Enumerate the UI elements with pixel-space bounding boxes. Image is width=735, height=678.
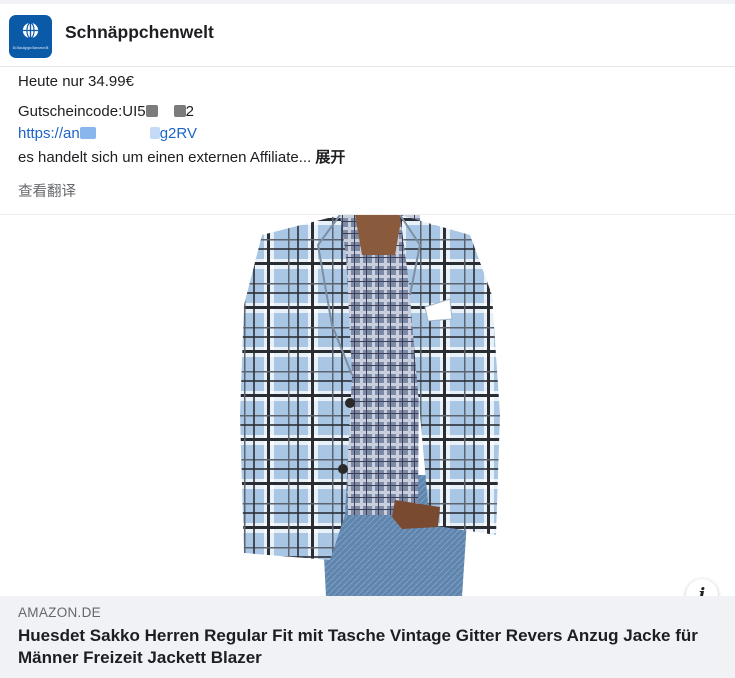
blazer-photo [240, 215, 500, 597]
post-text-line-price: Heute nur 34.99€ [18, 73, 134, 90]
coupon-suffix: 2 [185, 103, 194, 120]
post-text-affiliate: es handelt sich um einen externen Affili… [18, 146, 345, 167]
page-name-link[interactable]: Schnäppchenwelt [65, 22, 214, 43]
coupon-prefix: Gutscheincode:UI5 [18, 103, 146, 120]
post-link[interactable]: https://an g2RV [18, 125, 197, 142]
post-card: Schnäppchenwelt Schnäppchenwelt Heute nu… [0, 0, 735, 678]
post-header: Schnäppchenwelt Schnäppchenwelt [0, 4, 735, 67]
link-suffix[interactable]: g2RV [160, 125, 197, 142]
see-translation-link[interactable]: 查看翻译 [18, 180, 76, 201]
redaction-mask [173, 105, 186, 117]
link-title[interactable]: Huesdet Sakko Herren Regular Fit mit Tas… [18, 625, 718, 669]
page-avatar[interactable]: Schnäppchenwelt [9, 15, 52, 58]
see-more-link[interactable]: 展开 [315, 149, 345, 166]
post-text-coupon: Gutscheincode:UI5 2 [18, 103, 194, 120]
redaction-mask [79, 127, 96, 139]
globe-icon [22, 22, 39, 39]
link-preview[interactable]: AMAZON.DE Huesdet Sakko Herren Regular F… [0, 596, 735, 678]
avatar-label: Schnäppchenwelt [12, 45, 49, 50]
redaction-mask [149, 127, 160, 139]
link-domain: AMAZON.DE [18, 605, 101, 620]
affiliate-text: es handelt sich um einen externen Affili… [18, 149, 312, 166]
redaction-mask [145, 105, 158, 117]
link-prefix[interactable]: https://an [18, 125, 80, 142]
product-image[interactable] [0, 214, 735, 598]
